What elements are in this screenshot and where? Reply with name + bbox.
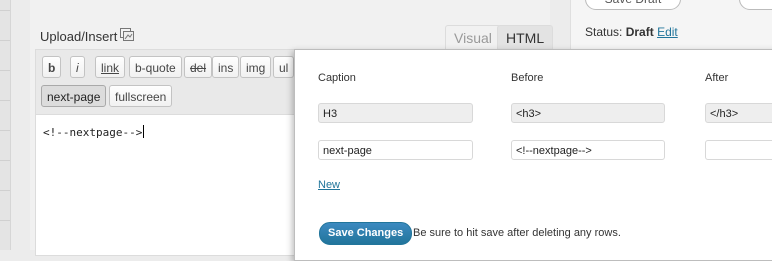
fullscreen-button[interactable]: fullscreen [109,85,173,107]
caption-field[interactable]: next-page [318,140,473,160]
preview-button[interactable] [739,0,772,10]
text-caret [143,125,145,138]
tab-visual[interactable]: Visual [445,25,501,50]
img-button[interactable]: img [240,56,272,78]
before-field[interactable]: <!--nextpage--> [511,140,665,160]
status-value: Draft [625,25,654,39]
del-button[interactable]: del [184,56,213,78]
tab-html[interactable]: HTML [497,25,554,50]
caption-column-header: Caption [318,72,356,84]
next-page-button[interactable]: next-page [41,85,107,107]
ins-button[interactable]: ins [212,56,240,78]
save-changes-button[interactable]: Save Changes [319,222,413,245]
upload-insert-label: Upload/Insert [40,29,118,44]
status-edit-link[interactable]: Edit [657,25,678,39]
before-field[interactable]: <h3> [511,103,665,123]
save-draft-button[interactable]: Save Draft [585,0,681,10]
add-media-icon[interactable] [120,28,134,42]
content-text: <!--nextpage--> [43,126,143,139]
save-hint-text: Be sure to hit save after deleting any r… [413,227,621,239]
status-label: Status: [585,25,623,39]
admin-menu-edge [0,0,11,250]
after-field[interactable] [705,140,772,160]
blockquote-button[interactable]: b-quote [129,56,182,78]
ul-button[interactable]: ul [273,56,295,78]
after-field[interactable]: </h3> [705,103,772,123]
caption-field[interactable]: H3 [318,103,473,123]
link-button[interactable]: link [95,56,126,78]
new-row-link[interactable]: New [318,179,340,191]
bold-button[interactable]: b [42,56,62,78]
post-status: Status: Draft Edit [585,25,678,39]
after-column-header: After [705,72,729,84]
italic-button[interactable]: i [70,56,85,78]
quicktag-settings-panel: Caption Before After H3 <h3> </h3> next-… [294,49,772,261]
before-column-header: Before [511,72,544,84]
